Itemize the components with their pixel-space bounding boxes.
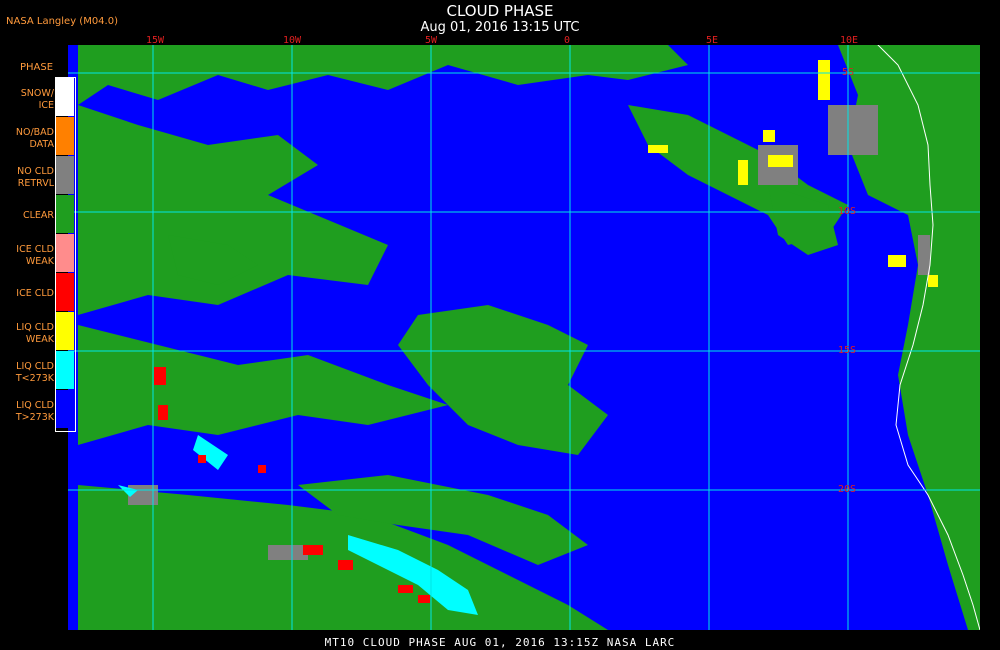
lon-label-10w: 10W xyxy=(283,35,302,46)
map-title: CLOUD PHASE xyxy=(446,2,554,20)
lat-label-20s: 20S xyxy=(838,484,857,495)
map-subtitle: Aug 01, 2016 13:15 UTC xyxy=(420,20,580,35)
lat-label-10s: 10S xyxy=(838,206,857,217)
legend-label: ICE CLD WEAK xyxy=(16,244,54,267)
lon-label-0: 0 xyxy=(564,35,571,46)
footer-caption: MT10 CLOUD PHASE AUG 01, 2016 13:15Z NAS… xyxy=(324,636,676,649)
lon-label-15w: 15W xyxy=(146,35,165,46)
lon-label-5e: 5E xyxy=(706,35,719,46)
legend-frame xyxy=(55,77,76,432)
lat-label-5s: 5S xyxy=(842,67,855,78)
legend-label: SNOW/ ICE xyxy=(20,88,54,111)
legend-label: ICE CLD xyxy=(16,288,54,299)
legend-label: CLEAR xyxy=(22,210,54,221)
lon-label-10e: 10E xyxy=(840,35,859,46)
legend-label: NO CLD RETRVL xyxy=(17,166,54,189)
legend-label: LIQ CLD T<273K xyxy=(15,361,54,384)
cloud-phase-map xyxy=(68,45,980,630)
lon-label-5w: 5W xyxy=(425,35,438,46)
map-canvas xyxy=(68,45,980,630)
legend-label: LIQ CLD T>273K xyxy=(15,400,54,423)
legend-title: PHASE xyxy=(20,62,54,73)
legend-label: NO/BAD DATA xyxy=(15,127,54,150)
legend-label: LIQ CLD WEAK xyxy=(16,322,54,345)
lat-label-15s: 15S xyxy=(838,345,857,356)
